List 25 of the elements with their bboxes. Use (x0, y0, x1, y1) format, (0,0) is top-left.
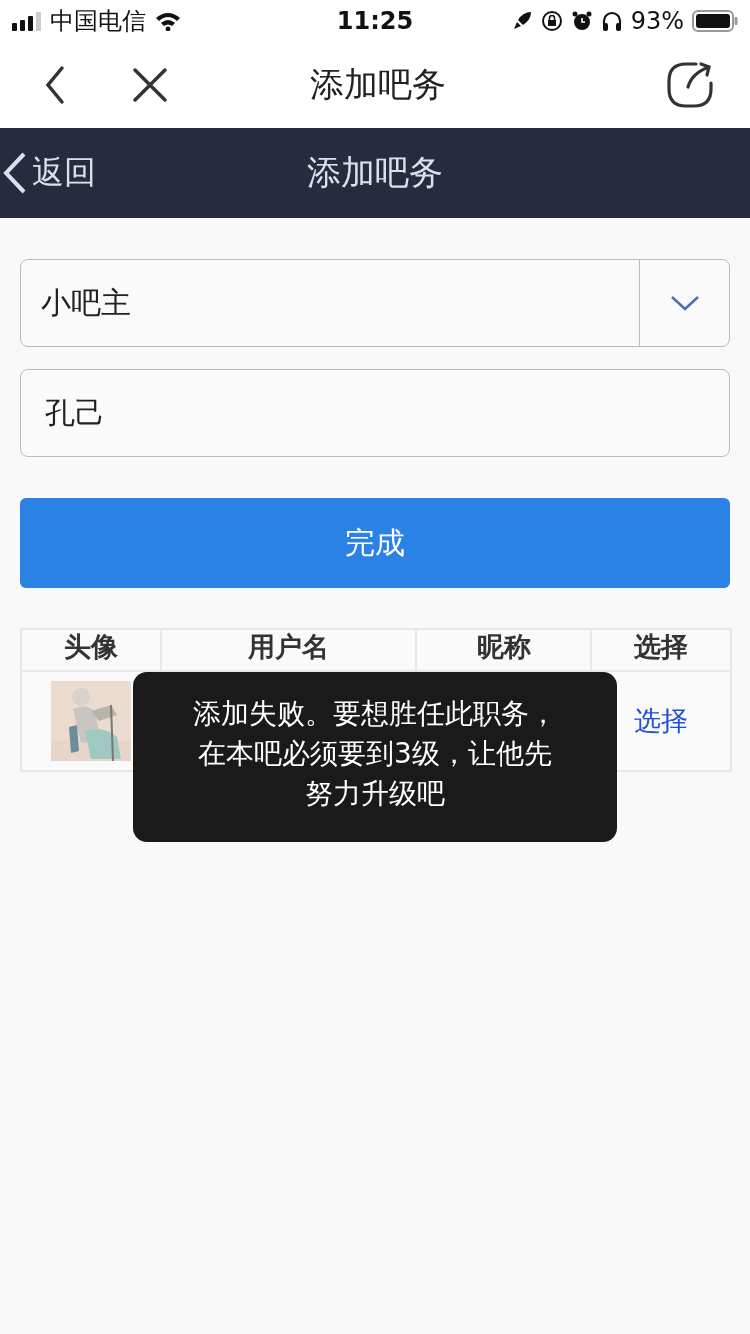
rotation-lock-icon (540, 10, 563, 32)
column-header: 选择 (591, 629, 731, 671)
chevron-left-icon (2, 151, 28, 195)
share-icon[interactable] (666, 61, 714, 109)
chevron-down-icon (669, 295, 700, 311)
submit-button[interactable]: 完成 (20, 498, 730, 588)
signal-icon (12, 11, 42, 31)
select-link[interactable]: 选择 (634, 705, 688, 736)
column-header: 用户名 (161, 629, 416, 671)
column-header: 昵称 (416, 629, 591, 671)
header-title: 添加吧务 (307, 151, 443, 194)
battery-percent: 93% (630, 7, 684, 35)
alarm-icon (570, 10, 593, 32)
carrier-name: 中国电信 (50, 6, 146, 37)
wifi-icon (154, 11, 182, 31)
battery-icon (692, 10, 738, 32)
role-select[interactable]: 小吧主 (20, 259, 730, 347)
clock-time: 11:25 (336, 7, 414, 35)
toast-message: 添加失败。要想胜任此职务，在本吧必须要到3级，让他先努力升级吧 (133, 672, 617, 842)
headphones-icon (600, 10, 623, 32)
close-icon[interactable] (132, 67, 168, 103)
column-header: 头像 (21, 629, 161, 671)
page-title: 添加吧务 (309, 63, 446, 106)
back-button[interactable]: 返回 (0, 151, 96, 195)
name-input[interactable]: 孔己 (20, 369, 730, 457)
